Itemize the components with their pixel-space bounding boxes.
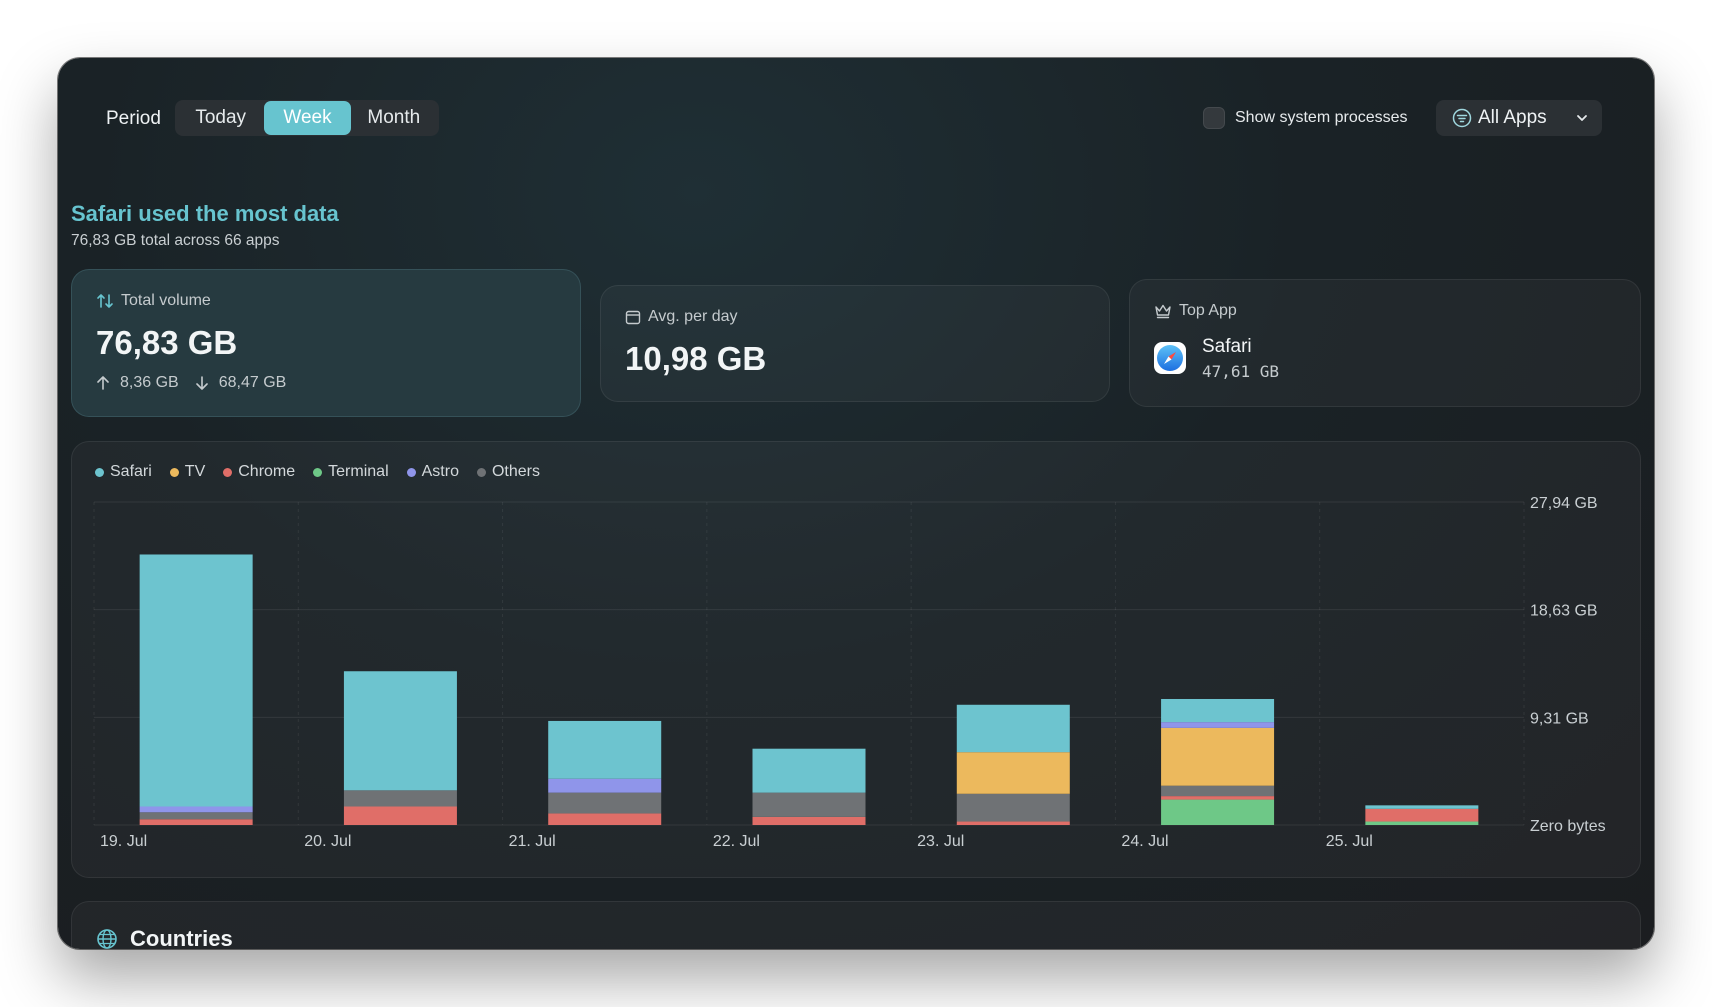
upload-value: 8,36 GB <box>120 374 179 391</box>
top-app-value: 47,61 GB <box>1202 362 1280 381</box>
top-app-name: Safari <box>1202 336 1252 357</box>
bar-segment-astro <box>139 806 253 813</box>
period-segmented-control: Today Week Month <box>175 100 439 136</box>
upload-download-row: 8,36 GB 68,47 GB <box>96 374 302 392</box>
apps-filter-label: All Apps <box>1478 107 1547 128</box>
avg-per-day-value: 10,98 GB <box>625 340 767 377</box>
bar-segment-terminal <box>1161 799 1275 825</box>
countries-title: Countries <box>130 926 233 949</box>
bar-segment-chrome <box>139 819 253 825</box>
bar-segment-safari <box>1365 805 1479 809</box>
x-tick-label: 21. Jul <box>509 833 556 850</box>
calendar-icon <box>625 310 641 325</box>
y-tick-label: 27,94 GB <box>1530 495 1598 512</box>
countries-card: Countries <box>71 901 1641 949</box>
chevron-down-icon <box>1577 115 1587 121</box>
total-volume-card: Total volume 76,83 GB 8,36 GB 68,47 GB <box>71 269 581 417</box>
x-tick-label: 23. Jul <box>917 833 964 850</box>
x-tick-label: 25. Jul <box>1326 833 1373 850</box>
bar-segment-astro <box>1161 722 1275 728</box>
crown-icon <box>1155 304 1171 319</box>
bar-segment-safari <box>343 671 457 791</box>
system-processes-checkbox[interactable] <box>1203 107 1225 129</box>
avg-per-day-label: Avg. per day <box>648 308 738 325</box>
usage-chart-card: Safari TV Chrome Terminal Astro Others Zero b… <box>71 441 1641 878</box>
apps-filter-dropdown[interactable]: All Apps <box>1436 100 1602 136</box>
bar-segment-others <box>1161 785 1275 797</box>
bar-segment-chrome <box>752 816 866 825</box>
system-processes-toggle[interactable]: Show system processes <box>1203 107 1408 129</box>
x-tick-label: 20. Jul <box>304 833 351 850</box>
x-tick-label: 24. Jul <box>1121 833 1168 850</box>
bar-segment-safari <box>548 720 662 779</box>
bar-segment-chrome <box>548 813 662 825</box>
bar-segment-chrome <box>343 806 457 825</box>
arrow-down-icon <box>195 376 208 390</box>
bar-segment-others <box>752 792 866 817</box>
top-app-card: Top App Safari 47,61 GB <box>1129 279 1641 407</box>
system-processes-label: Show system processes <box>1235 109 1408 126</box>
compass-icon <box>1157 345 1183 371</box>
x-tick-label: 22. Jul <box>713 833 760 850</box>
total-volume-label: Total volume <box>121 292 211 309</box>
avg-per-day-card: Avg. per day 10,98 GB <box>600 285 1110 402</box>
tab-month[interactable]: Month <box>351 101 437 135</box>
arrow-up-icon <box>97 376 109 390</box>
bar-segment-tv <box>1161 727 1275 786</box>
bar-segment-tv <box>956 752 1070 794</box>
countries-header: Countries <box>96 926 233 949</box>
stacked-bar-chart: Zero bytes 9,31 GB 18,63 GB 27,94 GB 19. Jul… <box>93 495 1606 850</box>
bar-segment-terminal <box>1365 821 1479 825</box>
bar-segment-safari <box>1161 698 1275 723</box>
period-label: Period <box>106 108 161 129</box>
total-volume-value: 76,83 GB <box>96 324 238 361</box>
bar-segment-safari <box>956 704 1070 753</box>
x-tick-label: 19. Jul <box>100 833 147 850</box>
tab-today[interactable]: Today <box>177 101 264 135</box>
bar-segment-astro <box>548 778 662 793</box>
summary-headline: Safari used the most data <box>71 201 339 226</box>
avg-per-day-header: Avg. per day <box>625 308 738 326</box>
total-volume-header: Total volume <box>96 292 211 310</box>
bar-segment-others <box>956 793 1070 822</box>
bar-segment-safari <box>752 748 866 793</box>
bar-segment-others <box>139 812 253 820</box>
bar-segment-chrome <box>1365 808 1479 822</box>
app-window: Period Today Week Month Show system proc… <box>58 58 1654 949</box>
filter-icon <box>1452 108 1472 128</box>
bar-segment-others <box>548 792 662 814</box>
bar-segment-chrome <box>956 821 1070 825</box>
download-value: 68,47 GB <box>218 374 287 391</box>
y-tick-label: Zero bytes <box>1530 818 1606 835</box>
bar-segment-others <box>343 790 457 807</box>
toolbar: Period Today Week Month Show system proc… <box>58 100 1654 136</box>
top-app-label: Top App <box>1179 302 1237 319</box>
top-app-header: Top App <box>1154 302 1237 320</box>
safari-app-icon <box>1154 342 1186 374</box>
tab-week[interactable]: Week <box>264 101 351 135</box>
bar-segment-safari <box>139 554 253 807</box>
y-tick-label: 9,31 GB <box>1530 710 1589 727</box>
bar-segment-chrome <box>1161 796 1275 800</box>
transfer-arrows-icon <box>97 294 113 308</box>
y-tick-label: 18,63 GB <box>1530 603 1598 620</box>
summary-subline: 76,83 GB total across 66 apps <box>71 232 280 249</box>
globe-icon <box>97 929 117 949</box>
